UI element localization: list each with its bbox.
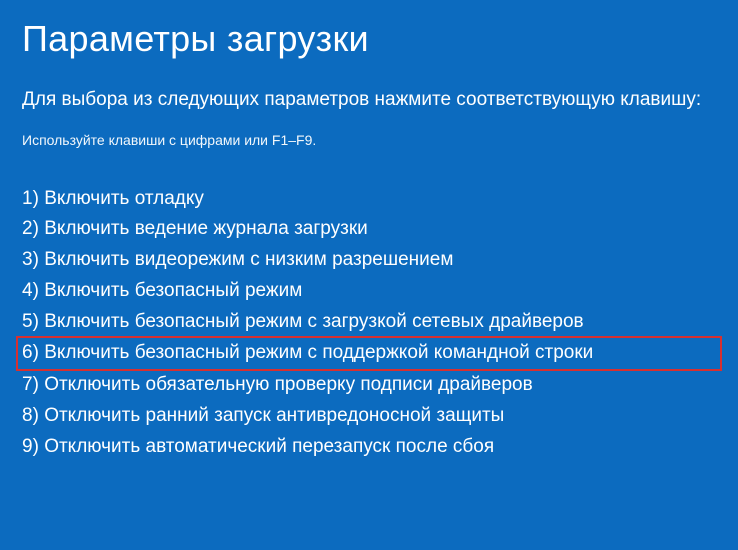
option-label: Включить безопасный режим с поддержкой к… xyxy=(44,342,593,363)
key-hint-text: Используйте клавиши с цифрами или F1–F9. xyxy=(22,132,716,148)
option-number: 2) xyxy=(22,218,39,239)
option-label: Включить ведение журнала загрузки xyxy=(44,218,368,239)
option-number: 4) xyxy=(22,280,39,301)
boot-option-3[interactable]: 3) Включить видеорежим с низким разрешен… xyxy=(22,245,716,276)
page-title: Параметры загрузки xyxy=(22,18,716,60)
option-label: Включить видеорежим с низким разрешением xyxy=(44,249,453,270)
boot-option-6[interactable]: 6) Включить безопасный режим с поддержко… xyxy=(16,336,722,371)
boot-option-1[interactable]: 1) Включить отладку xyxy=(22,184,716,215)
option-label: Включить безопасный режим с загрузкой се… xyxy=(44,311,583,332)
instruction-text: Для выбора из следующих параметров нажми… xyxy=(22,86,716,114)
option-label: Включить отладку xyxy=(44,188,204,209)
option-number: 1) xyxy=(22,188,39,209)
boot-option-4[interactable]: 4) Включить безопасный режим xyxy=(22,276,716,307)
option-number: 5) xyxy=(22,311,39,332)
option-number: 7) xyxy=(22,374,39,395)
option-number: 6) xyxy=(22,342,39,363)
option-label: Отключить обязательную проверку подписи … xyxy=(44,374,533,395)
option-label: Включить безопасный режим xyxy=(44,280,302,301)
boot-option-5[interactable]: 5) Включить безопасный режим с загрузкой… xyxy=(22,307,716,338)
option-number: 8) xyxy=(22,405,39,426)
boot-options-list: 1) Включить отладку 2) Включить ведение … xyxy=(22,184,716,463)
option-label: Отключить ранний запуск антивредоносной … xyxy=(44,405,504,426)
option-number: 9) xyxy=(22,436,39,457)
boot-option-8[interactable]: 8) Отключить ранний запуск антивредоносн… xyxy=(22,401,716,432)
boot-option-2[interactable]: 2) Включить ведение журнала загрузки xyxy=(22,214,716,245)
option-label: Отключить автоматический перезапуск посл… xyxy=(44,436,494,457)
option-number: 3) xyxy=(22,249,39,270)
boot-option-7[interactable]: 7) Отключить обязательную проверку подпи… xyxy=(22,370,716,401)
boot-option-9[interactable]: 9) Отключить автоматический перезапуск п… xyxy=(22,432,716,463)
